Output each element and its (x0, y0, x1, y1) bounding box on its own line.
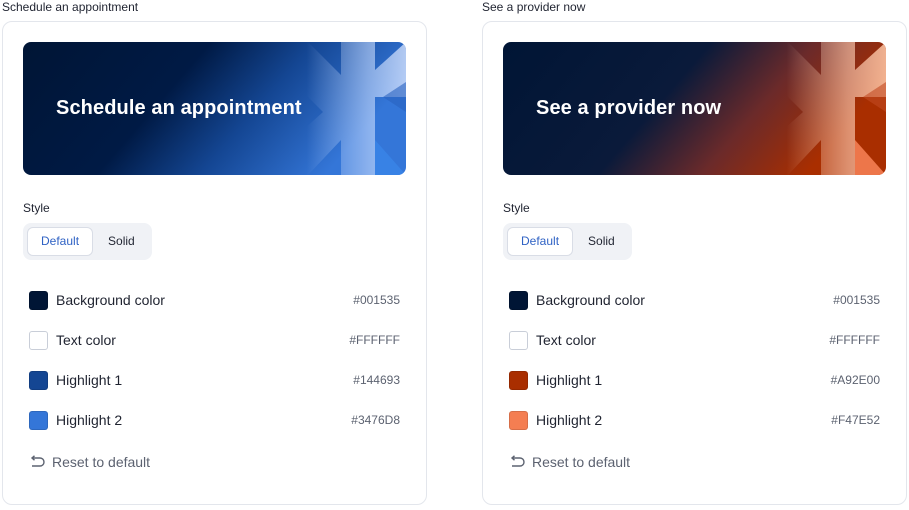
color-hex-value: #144693 (353, 373, 400, 387)
panel-heading: See a provider now (482, 0, 586, 14)
style-default-button[interactable]: Default (507, 227, 574, 256)
color-label: Highlight 1 (536, 372, 603, 388)
style-toggle: Default Solid (23, 223, 152, 260)
color-row-highlight-1: Highlight 1 #144693 (29, 360, 400, 400)
reset-to-default-button[interactable]: Reset to default (503, 454, 886, 470)
color-row-background: Background color #001535 (29, 280, 400, 320)
style-toggle: Default Solid (503, 223, 632, 260)
reset-label: Reset to default (532, 454, 631, 470)
banner-title: See a provider now (536, 97, 722, 119)
color-hex-value: #3476D8 (351, 413, 400, 427)
style-default-button[interactable]: Default (27, 227, 94, 256)
reset-label: Reset to default (52, 454, 151, 470)
color-row-highlight-1: Highlight 1 #A92E00 (509, 360, 880, 400)
color-row-background: Background color #001535 (509, 280, 880, 320)
reset-arrow-icon (510, 455, 525, 467)
text-color-swatch[interactable] (29, 330, 48, 350)
color-label: Text color (56, 332, 116, 348)
color-hex-value: #F47E52 (831, 413, 880, 427)
color-hex-value: #FFFFFF (349, 333, 400, 347)
highlight-1-swatch[interactable] (509, 370, 528, 390)
highlight-2-swatch[interactable] (29, 410, 48, 430)
color-label: Background color (536, 292, 645, 308)
color-hex-value: #FFFFFF (829, 333, 880, 347)
background-color-swatch[interactable] (29, 290, 48, 310)
color-hex-value: #001535 (353, 293, 400, 307)
color-label: Highlight 1 (56, 372, 123, 388)
background-color-swatch[interactable] (509, 290, 528, 310)
banner-preview[interactable]: Schedule an appointment (23, 42, 406, 175)
style-label: Style (23, 201, 50, 215)
highlight-1-swatch[interactable] (29, 370, 48, 390)
banner-preview[interactable]: See a provider now (503, 42, 886, 175)
style-solid-button[interactable]: Solid (95, 227, 148, 256)
panel-heading: Schedule an appointment (2, 0, 139, 14)
highlight-2-swatch[interactable] (509, 410, 528, 430)
color-row-highlight-2: Highlight 2 #F47E52 (509, 400, 880, 440)
banner-title: Schedule an appointment (56, 97, 302, 119)
customization-card: Schedule an appointment Style Default So… (2, 21, 427, 505)
color-label: Text color (536, 332, 596, 348)
color-label: Highlight 2 (56, 412, 123, 428)
color-list: Background color #001535 Text color #FFF… (23, 280, 406, 440)
color-hex-value: #A92E00 (830, 373, 880, 387)
preview-column-provider: See a provider now See a provider now St… (482, 0, 908, 505)
reset-arrow-icon (30, 455, 45, 467)
preview-column-schedule: Schedule an appointment Schedule an appo… (2, 0, 428, 505)
text-color-swatch[interactable] (509, 330, 528, 350)
color-row-text: Text color #FFFFFF (29, 320, 400, 360)
color-label: Background color (56, 292, 165, 308)
style-label: Style (503, 201, 530, 215)
color-row-text: Text color #FFFFFF (509, 320, 880, 360)
color-row-highlight-2: Highlight 2 #3476D8 (29, 400, 400, 440)
customization-card: See a provider now Style Default Solid B… (482, 21, 907, 505)
color-list: Background color #001535 Text color #FFF… (503, 280, 886, 440)
color-hex-value: #001535 (833, 293, 880, 307)
color-label: Highlight 2 (536, 412, 603, 428)
reset-to-default-button[interactable]: Reset to default (23, 454, 406, 470)
style-solid-button[interactable]: Solid (575, 227, 628, 256)
